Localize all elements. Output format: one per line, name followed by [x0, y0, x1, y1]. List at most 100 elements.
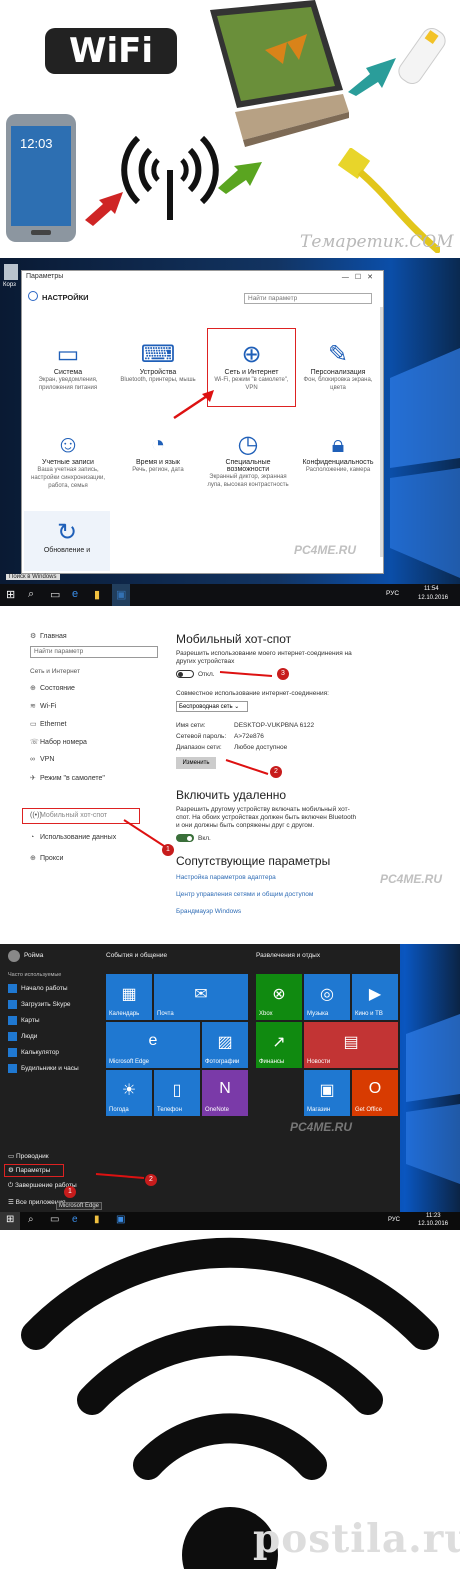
- nav-dialup[interactable]: ☏Набор номера: [30, 738, 87, 746]
- step-badge-1: 1: [64, 1186, 76, 1198]
- task-view-icon[interactable]: ▭: [50, 588, 60, 601]
- laptop-icon: [210, 0, 349, 147]
- live-tile[interactable]: ▤ Новости: [304, 1022, 398, 1068]
- nav-status[interactable]: ⊕ Состояние: [30, 684, 75, 692]
- start-icon[interactable]: ⊞: [6, 1214, 14, 1225]
- live-tile[interactable]: N OneNote: [202, 1070, 248, 1116]
- nav-wifi[interactable]: ≋ Wi-Fi: [30, 702, 56, 710]
- xbox-icon: ⊗: [272, 986, 286, 1003]
- airplane-icon: ✈: [30, 775, 36, 782]
- nav-home[interactable]: ⚙ Главная: [30, 632, 67, 640]
- live-tile[interactable]: ▦ Календарь: [106, 974, 152, 1020]
- edge-icon[interactable]: e: [72, 1214, 78, 1225]
- edge-icon[interactable]: e: [72, 588, 78, 600]
- search-icon[interactable]: ⌕: [28, 1214, 34, 1225]
- proxy-icon: ⊕: [30, 855, 36, 862]
- related-link[interactable]: Настройка параметров адаптера: [176, 874, 276, 881]
- live-tile[interactable]: ◎ Музыка: [304, 974, 350, 1020]
- start-icon[interactable]: ⊞: [6, 588, 15, 601]
- nav-label: Набор номера: [40, 739, 87, 746]
- tile-privacy[interactable]: 🔒︎ Конфиденциальность Расположение, каме…: [297, 431, 379, 474]
- live-tile[interactable]: e Microsoft Edge: [106, 1022, 200, 1068]
- tray-language[interactable]: РУС: [386, 590, 399, 597]
- nav-vpn[interactable]: ∞ VPN: [30, 756, 54, 763]
- live-tile[interactable]: ▣ Магазин: [304, 1070, 350, 1116]
- net-name-value: DESKTOP-VUKPBNA 6122: [234, 722, 315, 729]
- tray-language[interactable]: РУС: [388, 1217, 400, 1223]
- nav-ethernet[interactable]: ▭ Ethernet: [30, 720, 66, 728]
- related-title: Сопутствующие параметры: [176, 854, 331, 868]
- explorer-item[interactable]: ▭ Проводник: [8, 1152, 49, 1160]
- live-tile[interactable]: ▯ Телефон: [154, 1070, 200, 1116]
- app-item[interactable]: Калькулятор: [8, 1048, 59, 1057]
- tile-accounts[interactable]: ☺ Учетные записи Ваша учетная запись, на…: [27, 431, 109, 490]
- lock-icon: 🔒︎: [331, 431, 345, 458]
- paint-icon: ✎: [327, 341, 349, 368]
- live-tile[interactable]: ✉ Почта: [154, 974, 248, 1020]
- app-item[interactable]: Начало работы: [8, 984, 68, 993]
- tile-system[interactable]: ▭ Система Экран, уведомления, приложения…: [27, 341, 109, 392]
- app-item[interactable]: Карты: [8, 1016, 40, 1025]
- nav-proxy[interactable]: ⊕ Прокси: [30, 854, 63, 862]
- data-usage-icon: ◔: [30, 834, 35, 841]
- remote-title: Включить удаленно: [176, 788, 287, 802]
- finance-icon: ↗: [272, 1034, 286, 1051]
- related-link[interactable]: Центр управления сетями и общим доступом: [176, 891, 313, 898]
- live-tile[interactable]: ↗ Финансы: [256, 1022, 302, 1068]
- tray-time[interactable]: 11:54: [424, 586, 439, 592]
- tile-ease-of-access[interactable]: ◷ Специальные возможности Экранный дикто…: [207, 431, 289, 489]
- tile-network[interactable]: ⊕ Сеть и Интернет Wi-Fi, режим "в самоле…: [207, 328, 296, 407]
- nav-airplane[interactable]: ✈ Режим "в самолете": [30, 774, 105, 782]
- live-tile[interactable]: O Get Office: [352, 1070, 398, 1116]
- app-item[interactable]: Загрузить Skype: [8, 1000, 71, 1009]
- update-icon: ↻: [56, 519, 78, 546]
- time-lang-icon: ◔: [150, 431, 166, 458]
- taskbar: ⊞ ⌕ ▭ e ▮ ▣ РУС 11:23 12.10.2016: [0, 1212, 460, 1230]
- app-label: Калькулятор: [21, 1049, 60, 1057]
- usb-modem-icon: [398, 27, 446, 85]
- settings-item[interactable]: ⚙ Параметры: [8, 1166, 50, 1174]
- tray-time[interactable]: 11:23: [426, 1213, 441, 1219]
- tile-time-language[interactable]: ◔ Время и язык Речь, регион, дата: [117, 431, 199, 474]
- mail-icon: ✉: [194, 986, 208, 1003]
- vpn-icon: ∞: [30, 756, 35, 763]
- explorer-icon[interactable]: ▮: [94, 588, 100, 601]
- tray-date[interactable]: 12.10.2016: [418, 595, 448, 601]
- avatar[interactable]: [8, 950, 20, 962]
- share-toggle[interactable]: [176, 670, 194, 678]
- arrow-red-icon: [85, 192, 123, 226]
- live-tile[interactable]: ▶ Кино и ТВ: [352, 974, 398, 1020]
- live-tile[interactable]: ⊗ Xbox: [256, 974, 302, 1020]
- app-item[interactable]: Люди: [8, 1032, 37, 1041]
- scrollbar[interactable]: [380, 307, 383, 557]
- tile-title: Система: [53, 369, 83, 376]
- live-tile[interactable]: ☀ Погода: [106, 1070, 152, 1116]
- nav-data-usage[interactable]: ◔ Использование данных: [30, 834, 116, 841]
- live-tile[interactable]: ▨ Фотографии: [202, 1022, 248, 1068]
- tile-sub: Ваша учетная запись, настройки синхрониз…: [31, 467, 105, 489]
- search-input[interactable]: Найти параметр: [244, 293, 372, 304]
- share-from-select[interactable]: Беспроводная сеть ⌄: [176, 701, 248, 712]
- tile-update[interactable]: ↻ Обновление и: [24, 511, 110, 571]
- window-controls[interactable]: —☐✕: [342, 273, 379, 281]
- remote-toggle[interactable]: [176, 834, 194, 842]
- nav-label: Главная: [40, 633, 67, 640]
- recycle-bin-icon[interactable]: [4, 264, 18, 280]
- task-view-icon[interactable]: ▭: [50, 1214, 59, 1225]
- tray-date[interactable]: 12.10.2016: [418, 1221, 448, 1227]
- search-icon[interactable]: ⌕: [28, 588, 34, 601]
- tile-devices[interactable]: ⌨ Устройства Bluetooth, принтеры, мышь: [117, 341, 199, 384]
- taskbar: ⊞ ⌕ ▭ e ▮ ▣ РУС 11:54 12.10.2016: [0, 584, 460, 606]
- app-item[interactable]: Будильники и часы: [8, 1064, 79, 1073]
- share-from-value: Беспроводная сеть: [179, 704, 233, 710]
- related-link[interactable]: Брандмауэр Windows: [176, 908, 241, 915]
- store-icon[interactable]: ▣: [116, 1214, 125, 1225]
- tile-personalization[interactable]: ✎ Персонализация Фон, блокировка экрана,…: [297, 341, 379, 392]
- edit-button[interactable]: Изменить: [176, 757, 216, 769]
- active-settings-app[interactable]: [112, 584, 130, 606]
- user-name[interactable]: Ройма: [24, 952, 43, 959]
- search-input[interactable]: Найти параметр: [30, 646, 158, 658]
- nav-hotspot[interactable]: ((•))Мобильный хот-спот: [30, 812, 107, 819]
- laptop-icon: ▭: [56, 341, 80, 368]
- explorer-icon[interactable]: ▮: [94, 1214, 100, 1225]
